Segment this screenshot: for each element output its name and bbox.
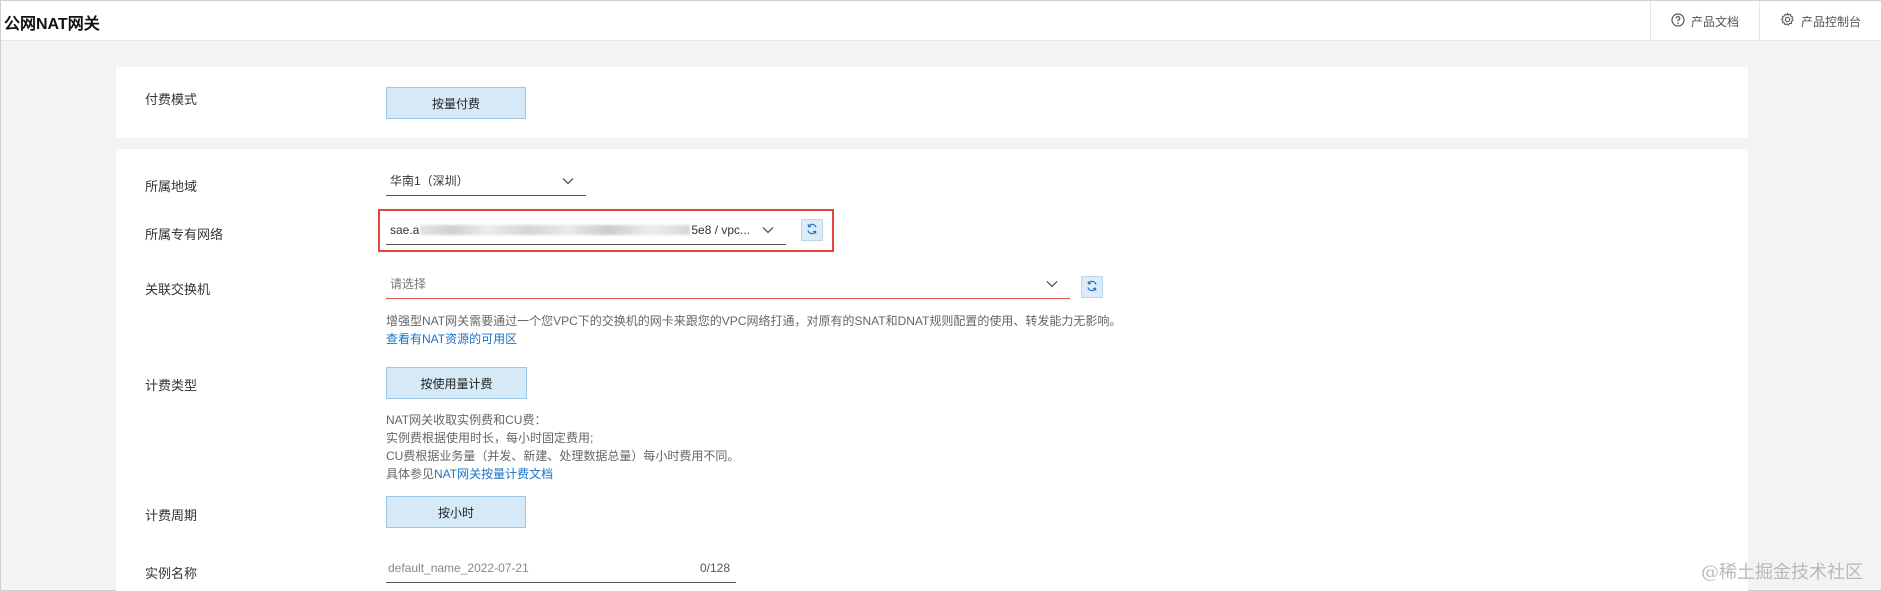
vpc-value-suffix: 5e8 / vpc... [691,222,751,237]
chevron-down-icon [762,223,774,237]
watermark: @稀土掘金技术社区 [1701,562,1863,583]
vpc-refresh-button[interactable] [801,219,823,241]
pay-by-usage-option[interactable]: 按使用量计费 [386,367,527,399]
billing-notes: NAT网关收取实例费和CU费： 实例费根据使用时长，每小时固定费用; CU费根据… [386,411,739,483]
product-console-link[interactable]: 产品控制台 [1758,1,1881,41]
region-label: 所属地域 [145,179,198,194]
vpc-select[interactable]: sae.a 5e8 / vpc... [386,215,786,245]
pay-mode-panel: 付费模式 按量付费 [116,67,1748,138]
billing-note-line: 实例费根据使用时长，每小时固定费用; [386,431,594,445]
vpc-label: 所属专有网络 [145,227,224,242]
pay-mode-label: 付费模式 [145,92,198,107]
nat-zones-link[interactable]: 查看有NAT资源的可用区 [386,330,517,348]
instance-name-input[interactable]: default_name_2022-07-21 0/128 [386,553,736,583]
instance-name-value: default_name_2022-07-21 [388,560,529,575]
hourly-option[interactable]: 按小时 [386,496,526,528]
gear-icon [1780,12,1801,30]
config-form-panel: 所属地域 华南1（深圳） 所属专有网络 sae.a 5e8 / vpc... 关联… [116,149,1748,591]
region-value: 华南1（深圳） [390,174,469,188]
chevron-down-icon [562,174,574,188]
billing-doc-line: 具体参见NAT网关按量计费文档 [386,465,739,483]
billing-doc-link[interactable]: NAT网关按量计费文档 [434,467,553,481]
vswitch-label: 关联交换机 [145,282,211,297]
chevron-down-icon [1046,277,1058,291]
refresh-icon [1086,280,1098,295]
header-links: 产品文档 产品控制台 [1649,1,1881,41]
product-docs-link[interactable]: 产品文档 [1649,1,1759,41]
billing-note-line: CU费根据业务量（并发、新建、处理数据总量）每小时费用不同。 [386,449,740,463]
help-circle-icon [1671,12,1691,30]
vswitch-placeholder: 请选择 [390,277,427,291]
top-header: 公网NAT网关 产品文档 产品控制台 [1,1,1881,41]
app-window: 公网NAT网关 产品文档 产品控制台 付费模式 按量付费 所属地域 华南1（深圳… [0,0,1882,591]
billing-doc-prefix: 具体参见 [386,467,435,481]
char-counter: 0/128 [699,561,730,575]
vswitch-select[interactable]: 请选择 [386,269,1070,299]
refresh-icon [806,223,818,238]
vpc-value-prefix: sae.a [390,222,420,237]
vswitch-refresh-button[interactable] [1081,276,1103,298]
product-docs-label: 产品文档 [1690,14,1739,29]
instance-name-label: 实例名称 [145,566,198,581]
billing-type-label: 计费类型 [145,378,198,393]
page-title: 公网NAT网关 [4,16,100,33]
redacted-vpc-id [420,224,691,235]
product-console-label: 产品控制台 [1800,14,1861,29]
region-select[interactable]: 华南1（深圳） [386,166,586,196]
billing-cycle-label: 计费周期 [145,508,198,523]
billing-note-line: NAT网关收取实例费和CU费： [386,413,547,427]
pay-as-you-go-option[interactable]: 按量付费 [386,87,526,119]
vswitch-hint: 增强型NAT网关需要通过一个您VPC下的交换机的网卡来跟您的VPC网络打通，对原… [386,314,1122,328]
